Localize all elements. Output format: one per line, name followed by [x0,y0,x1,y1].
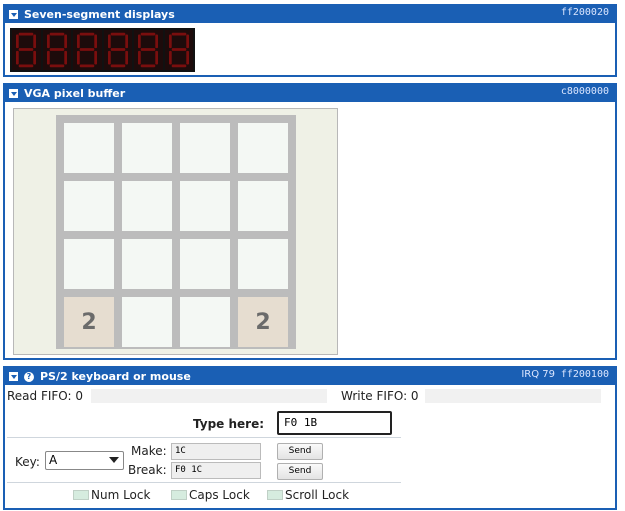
ps2-panel: ? PS/2 keyboard or mouse IRQ 79 ff200100… [3,366,617,510]
tile-value: 2 [238,297,288,347]
ps2-title: PS/2 keyboard or mouse [40,370,191,383]
collapse-toggle-icon[interactable] [9,372,18,381]
type-here-label: Type here: [193,417,265,431]
scroll-lock-label: Scroll Lock [285,488,350,502]
type-here-value: F0 1B [284,416,318,429]
tile-empty [180,297,230,347]
game-board: 22 [56,115,296,349]
key-select-value: A [49,453,58,467]
caps-lock-led [171,490,187,500]
seven-segment-display [10,28,195,72]
help-icon[interactable]: ? [24,371,34,382]
seven-segment-digit [134,30,163,70]
key-select[interactable]: A [45,451,124,470]
tile-empty [238,239,288,289]
make-label: Make: [131,444,167,458]
caps-lock-label: Caps Lock [189,488,250,502]
write-fifo-label: Write FIFO: 0 [341,389,419,403]
chevron-down-icon [109,457,119,463]
collapse-toggle-icon[interactable] [9,89,18,98]
vga-screen: 22 [13,108,338,355]
read-fifo-label: Read FIFO: 0 [7,389,84,403]
tile-empty [64,181,114,231]
tile-empty [122,297,172,347]
tile-empty [180,123,230,173]
seven-segment-address: ff200020 [560,7,609,18]
seven-segment-digit [164,30,193,70]
tile-empty [122,181,172,231]
key-label: Key: [15,455,40,469]
collapse-toggle-icon[interactable] [9,10,18,19]
seven-segment-digit [103,30,132,70]
seven-segment-digit [12,30,41,70]
tile-empty [122,123,172,173]
type-here-input[interactable]: F0 1B [277,411,392,435]
tile-empty [238,123,288,173]
tile-empty [64,123,114,173]
num-lock-label: Num Lock [91,488,151,502]
break-send-button[interactable]: Send [277,463,323,480]
seven-segment-title: Seven-segment displays [24,8,175,21]
tile-value: 2 [64,297,114,347]
vga-title: VGA pixel buffer [24,87,126,100]
seven-segment-digit [42,30,71,70]
make-field[interactable]: 1C [171,443,261,460]
tile-empty [180,239,230,289]
seven-segment-panel: Seven-segment displays ff200020 [3,4,617,77]
vga-header[interactable]: VGA pixel buffer c8000000 [5,85,615,102]
tile-empty [238,181,288,231]
break-label: Break: [128,463,167,477]
make-send-button[interactable]: Send [277,443,323,460]
vga-panel: VGA pixel buffer c8000000 22 [3,83,617,360]
break-field[interactable]: F0 1C [171,462,261,479]
divider [7,437,401,438]
tile-empty [64,239,114,289]
num-lock-led [73,490,89,500]
ps2-irq: IRQ 79 [521,369,555,380]
seven-segment-digit [73,30,102,70]
tile-empty [180,181,230,231]
scroll-lock-led [267,490,283,500]
ps2-address: ff200100 [560,369,609,380]
vga-address: c8000000 [560,86,609,97]
write-fifo-bar [425,389,601,403]
seven-segment-header[interactable]: Seven-segment displays ff200020 [5,6,615,23]
ps2-header[interactable]: ? PS/2 keyboard or mouse IRQ 79 ff200100 [5,368,615,385]
divider [7,482,401,483]
tile-empty [122,239,172,289]
read-fifo-bar [91,389,327,403]
